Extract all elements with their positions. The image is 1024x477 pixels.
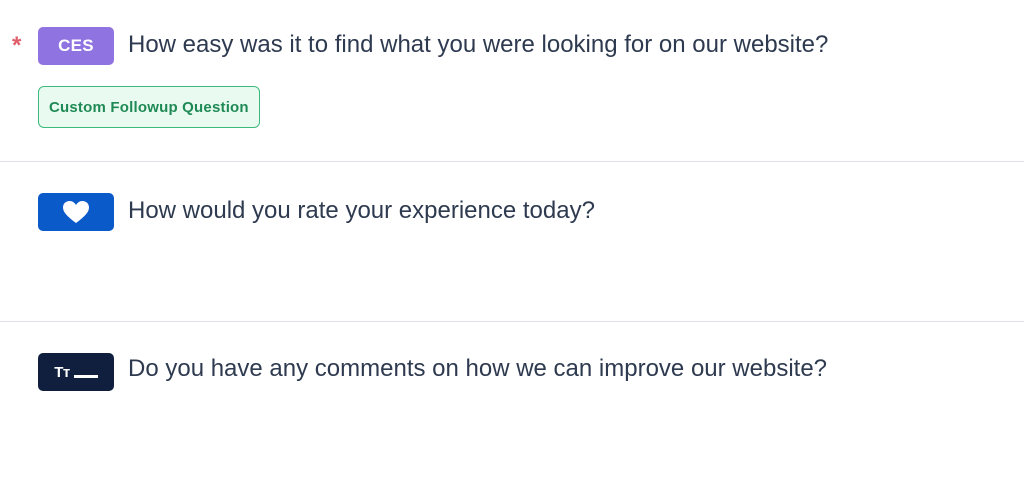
text-icon-glyph: Tт bbox=[54, 363, 70, 381]
question-type-badge-text: Tт bbox=[38, 353, 114, 391]
question-type-badge-rating bbox=[38, 193, 114, 231]
required-indicator: * bbox=[12, 32, 22, 59]
ces-badge-label: CES bbox=[58, 36, 94, 55]
question-text: Do you have any comments on how we can i… bbox=[128, 355, 828, 382]
question-text: How would you rate your experience today… bbox=[128, 197, 595, 224]
question-type-badge-ces: CES bbox=[38, 27, 114, 65]
custom-followup-tag[interactable]: Custom Followup Question bbox=[38, 86, 260, 128]
heart-icon bbox=[62, 200, 90, 224]
question-item-ces[interactable]: * CES How easy was it to find what you w… bbox=[0, 0, 1024, 161]
question-item-text[interactable]: Tт Do you have any comments on how we ca… bbox=[0, 322, 1024, 477]
text-icon-underline bbox=[73, 374, 98, 378]
question-item-rating[interactable]: How would you rate your experience today… bbox=[0, 162, 1024, 321]
text-field-icon: Tт bbox=[54, 365, 98, 380]
question-text: How easy was it to find what you were lo… bbox=[128, 31, 829, 58]
